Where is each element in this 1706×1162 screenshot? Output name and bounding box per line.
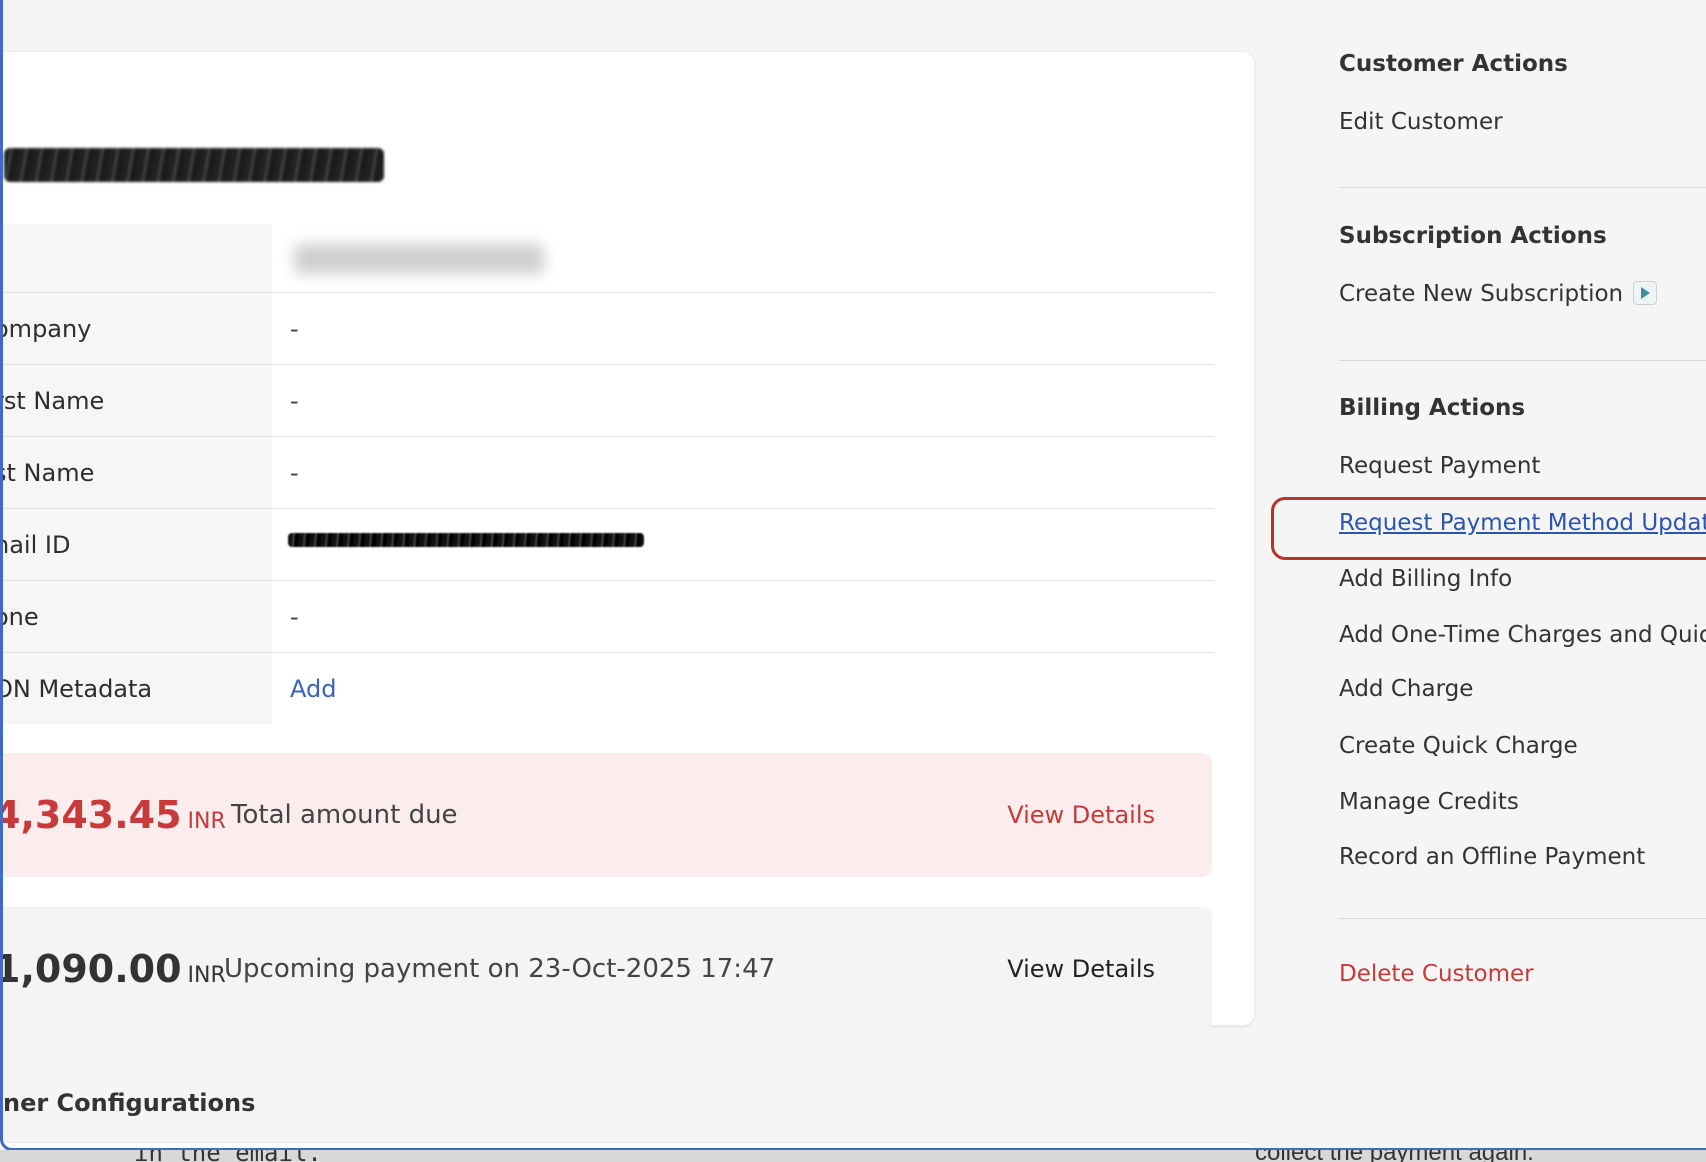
amount-due-value: 4,343.45 INR	[0, 793, 226, 837]
amount-due-view-details-link[interactable]: View Details	[1007, 801, 1155, 829]
billing-actions-title: Billing Actions	[1339, 395, 1526, 421]
customer-details-card: ompany - rst Name - st Name - nail ID ne…	[0, 51, 1255, 1031]
row-label-cell: st Name	[0, 437, 272, 508]
phone-value: -	[290, 602, 299, 631]
record-offline-payment-action[interactable]: Record an Offline Payment	[1339, 844, 1645, 870]
table-row: rst Name -	[0, 364, 1214, 436]
subscription-actions-title: Subscription Actions	[1339, 223, 1607, 249]
table-row: ompany -	[0, 292, 1214, 364]
add-billing-info-action[interactable]: Add Billing Info	[1339, 566, 1512, 592]
create-quick-charge-action[interactable]: Create Quick Charge	[1339, 733, 1578, 759]
add-one-time-charges-action[interactable]: Add One-Time Charges and Quic	[1339, 622, 1706, 648]
customer-details-table: ompany - rst Name - st Name - nail ID ne…	[0, 224, 1214, 724]
amount-due-panel: 4,343.45 INR Total amount due View Detail…	[0, 753, 1212, 877]
amount-due-description: Total amount due	[231, 800, 458, 830]
table-row: one -	[3, 580, 1214, 652]
email-redacted	[288, 533, 644, 547]
app-window: ompany - rst Name - st Name - nail ID ne…	[0, 0, 1706, 1151]
row-label-cell: ompany	[0, 293, 272, 364]
customer-actions-title: Customer Actions	[1339, 51, 1568, 77]
table-row: st Name -	[0, 436, 1214, 508]
configurations-heading: ner Configurations	[3, 1089, 256, 1117]
last-name-label: st Name	[0, 458, 95, 487]
upcoming-view-details-link[interactable]: View Details	[1007, 955, 1155, 983]
manage-credits-action[interactable]: Manage Credits	[1339, 789, 1519, 815]
first-name-value: -	[290, 386, 299, 415]
delete-customer-action[interactable]: Delete Customer	[1339, 961, 1534, 987]
last-name-value: -	[290, 458, 299, 487]
play-icon[interactable]	[1633, 280, 1658, 305]
table-row	[3, 224, 1214, 292]
background-text-right: collect the payment again.	[1255, 1150, 1534, 1162]
first-name-label: rst Name	[0, 386, 105, 415]
section-divider	[1339, 187, 1706, 188]
upcoming-payment-description: Upcoming payment on 23-Oct-2025 17:47	[224, 954, 776, 984]
row-label-cell: rst Name	[0, 365, 272, 436]
upcoming-amount-value: 1,090.00 INR	[0, 947, 226, 991]
create-subscription-action[interactable]: Create New Subscription	[1339, 280, 1658, 307]
row-label-cell: one	[3, 581, 272, 652]
section-divider	[1339, 360, 1706, 361]
row-label-cell: nail ID	[0, 509, 272, 580]
background-document-strip: in the email. collect the payment again.	[0, 1150, 1706, 1162]
create-subscription-label: Create New Subscription	[1339, 281, 1624, 307]
table-row: nail ID	[0, 508, 1214, 580]
request-payment-action[interactable]: Request Payment	[1339, 453, 1540, 479]
phone-label: one	[3, 602, 39, 631]
section-divider	[1339, 918, 1706, 919]
add-charge-action[interactable]: Add Charge	[1339, 676, 1473, 702]
json-metadata-label: ON Metadata	[0, 674, 153, 703]
table-row: ON Metadata Add	[0, 652, 1214, 724]
company-value: -	[290, 314, 299, 343]
upcoming-amount-number: 1,090.00	[0, 947, 182, 991]
customer-id-redacted	[294, 244, 544, 274]
highlight-annotation	[1271, 497, 1706, 560]
amount-due-number: 4,343.45	[0, 793, 182, 837]
amount-due-currency: INR	[187, 809, 226, 834]
customer-name-redacted	[4, 148, 384, 182]
email-label: nail ID	[0, 530, 71, 559]
add-metadata-link[interactable]: Add	[290, 675, 336, 703]
edit-customer-action[interactable]: Edit Customer	[1339, 109, 1503, 135]
upcoming-payment-panel: 1,090.00 INR Upcoming payment on 23-Oct-2…	[0, 907, 1212, 1031]
company-label: ompany	[0, 314, 92, 343]
row-label-cell	[3, 224, 272, 292]
upcoming-amount-currency: INR	[187, 963, 226, 988]
background-text-left: in the email.	[134, 1150, 322, 1162]
row-label-cell: ON Metadata	[0, 653, 272, 724]
